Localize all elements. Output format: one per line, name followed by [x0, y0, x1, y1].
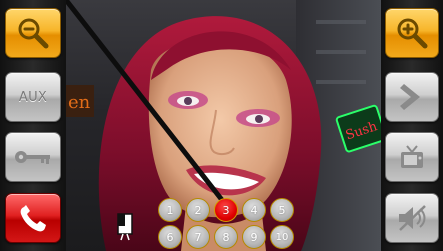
keypad-key-8[interactable]: 8 [214, 225, 238, 249]
left-control-panel: AUX [0, 0, 66, 251]
aux-button-label: AUX [18, 89, 48, 105]
station-keypad: 1 2 3 4 5 6 7 8 9 10 [156, 196, 296, 250]
keypad-key-7[interactable]: 7 [186, 225, 210, 249]
keypad-key-2[interactable]: 2 [186, 198, 210, 222]
keypad-key-6[interactable]: 6 [158, 225, 182, 249]
zoom-in-icon [397, 18, 428, 49]
keypad-key-3-selected[interactable]: 3 [214, 198, 238, 222]
tv-button[interactable] [385, 132, 439, 182]
mute-button[interactable] [385, 193, 439, 243]
neon-sign-left: en [66, 85, 94, 117]
hangup-button[interactable] [5, 193, 61, 243]
chevron-right-icon [400, 84, 420, 110]
keypad-key-9[interactable]: 9 [242, 225, 266, 249]
zoom-out-button[interactable] [5, 8, 61, 58]
right-control-panel [381, 0, 443, 251]
keypad-key-10[interactable]: 10 [270, 225, 294, 249]
intercom-screen: en Sush AUX 1 2 3 4 5 6 7 8 9 10 [0, 0, 443, 251]
keypad-key-4[interactable]: 4 [242, 198, 266, 222]
aux-button[interactable]: AUX [5, 72, 61, 122]
speaker-mute-icon [399, 205, 426, 231]
zoom-out-icon [18, 18, 49, 49]
door-key-button[interactable] [5, 132, 61, 182]
next-button[interactable] [385, 72, 439, 122]
door-entrance-icon[interactable] [116, 212, 136, 242]
zoom-in-button[interactable] [385, 8, 439, 58]
phone-hangup-icon [20, 205, 46, 232]
key-icon [15, 151, 50, 164]
svg-text:en: en [68, 92, 91, 113]
keypad-key-5[interactable]: 5 [270, 198, 294, 222]
tv-icon [401, 145, 423, 168]
keypad-key-1[interactable]: 1 [158, 198, 182, 222]
